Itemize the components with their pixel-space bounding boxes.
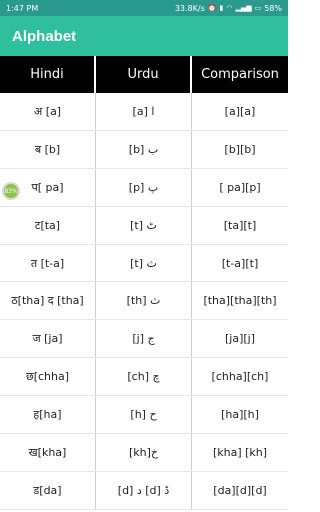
cell-comparison: [tha][tha][th] xyxy=(203,294,277,308)
cell-urdu: [j] ج xyxy=(96,320,192,358)
signal-bars-icon: ▂▄▆ xyxy=(235,4,252,12)
cell-urdu: [d] د [d] ڈ xyxy=(96,471,192,509)
table-body: अ [a] [a] ا [a][a] ब [b] [b] ب [b][b] प[ pa] [p… xyxy=(0,93,288,510)
cell-urdu: [p] پ xyxy=(96,168,192,206)
cell-urdu: [th] ث xyxy=(96,282,192,320)
table-row[interactable]: ठ[tha] द [tha] [th] ث [tha][tha][th] xyxy=(0,282,288,321)
status-bar: 1:47 PM 33.8K/s ⏰ ▮ ◠ ▂▄▆ ▭ 58% xyxy=(0,0,288,16)
cell-hindi: अ [a] xyxy=(0,93,96,130)
cell-urdu: [b] ب xyxy=(96,130,192,168)
battery-icon: ▭ xyxy=(254,4,262,12)
cell-comparison: [ja][j] xyxy=(224,332,256,346)
table-row[interactable]: ब [b] [b] ب [b][b] xyxy=(0,130,288,169)
header-comparison: Comparison xyxy=(201,67,279,82)
floating-progress-badge[interactable]: 83% xyxy=(2,182,20,200)
header-urdu: Urdu xyxy=(96,56,192,93)
cell-hindi: ट[ta] xyxy=(0,206,96,244)
cell-comparison: [b][b] xyxy=(224,142,256,156)
table-row[interactable]: ड[da] [d] د [d] ڈ [da][d][d] xyxy=(0,471,288,510)
table-row[interactable]: अ [a] [a] ا [a][a] xyxy=(0,93,288,131)
table-row[interactable]: त [t-a] [t] ث [t-a][t] xyxy=(0,244,288,283)
network-speed: 33.8K/s xyxy=(174,3,205,13)
cell-hindi: ख[kha] xyxy=(0,434,96,471)
table-row[interactable]: प[ pa] [p] پ[ pa][p] xyxy=(0,168,288,207)
cell-comparison: [ pa][p] xyxy=(219,180,261,194)
cell-urdu: [t] ٹ xyxy=(96,206,192,244)
cell-hindi: त [t-a] xyxy=(0,244,96,282)
cell-comparison: [t-a][t] xyxy=(221,256,259,270)
table-row[interactable]: ज [ja] [j] ج [ja][j] xyxy=(0,320,288,359)
app-bar: Alphabet xyxy=(0,16,288,56)
cell-hindi: ठ[tha] द [tha] xyxy=(0,282,96,320)
table-row[interactable]: ह[ha] [h] ح [ha][h] xyxy=(0,396,288,435)
cell-hindi: ड[da] xyxy=(0,471,96,509)
alarm-icon: ⏰ xyxy=(207,4,217,12)
wifi-icon: ◠ xyxy=(226,4,233,12)
cell-hindi: ब [b] xyxy=(0,130,96,168)
table-row[interactable]: ट[ta] [t] ٹ [ta][t] xyxy=(0,206,288,245)
status-icons: 33.8K/s ⏰ ▮ ◠ ▂▄▆ ▭ 58% xyxy=(175,4,282,13)
cell-comparison: [chha][ch] xyxy=(211,370,269,384)
cell-urdu: [kh]خ xyxy=(96,434,192,471)
cell-comparison: [ta][t] xyxy=(223,218,257,232)
cell-urdu: [h] ح xyxy=(96,396,192,434)
cell-hindi: ज [ja] xyxy=(0,320,96,358)
cell-comparison: [a][a] xyxy=(224,104,256,118)
alphabet-table: Hindi Urdu Comparison अ [a] [a] ا [a][a] ब … xyxy=(0,56,288,510)
app-title: Alphabet xyxy=(12,27,77,45)
cell-comparison: [da][d][d] xyxy=(213,483,267,497)
status-time: 1:47 PM xyxy=(6,3,39,13)
signal-icon: ▮ xyxy=(219,4,224,12)
battery-percent: 58% xyxy=(264,3,282,13)
cell-urdu: [ch] چ xyxy=(96,358,192,396)
cell-urdu: [a] ا xyxy=(96,93,192,130)
header-hindi: Hindi xyxy=(0,56,96,93)
cell-hindi: ह[ha] xyxy=(0,396,96,434)
table-row[interactable]: ख[kha] [kh]خ [kha] [kh] xyxy=(0,434,288,472)
cell-urdu: [t] ث xyxy=(96,244,192,282)
cell-comparison: [kha] [kh] xyxy=(212,445,268,459)
table-row[interactable]: छ[chha] [ch] چ [chha][ch] xyxy=(0,358,288,397)
table-header: Hindi Urdu Comparison xyxy=(0,56,288,93)
cell-comparison: [ha][h] xyxy=(221,408,259,422)
cell-hindi: छ[chha] xyxy=(0,358,96,396)
